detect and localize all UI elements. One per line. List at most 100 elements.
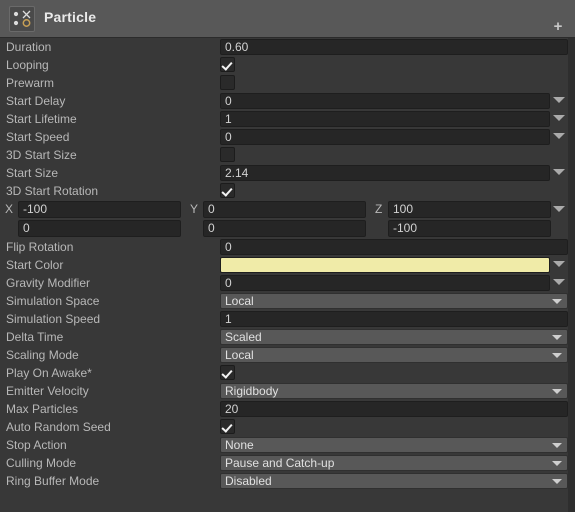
property-row-delta-time: Delta Time Scaled bbox=[0, 328, 575, 346]
property-row-emitter-velocity: Emitter Velocity Rigidbody bbox=[0, 382, 575, 400]
chevron-down-icon bbox=[552, 335, 562, 340]
input-start-speed[interactable]: 0 bbox=[220, 129, 550, 145]
property-row-play-on-awake: Play On Awake* bbox=[0, 364, 575, 382]
dropdown-stop-action[interactable]: None bbox=[220, 437, 568, 453]
property-label: Auto Random Seed bbox=[6, 420, 111, 434]
dropdown-emitter-velocity[interactable]: Rigidbody bbox=[220, 383, 568, 399]
chevron-down-icon[interactable] bbox=[553, 279, 565, 285]
chevron-down-icon[interactable] bbox=[553, 115, 565, 121]
dropdown-culling-mode[interactable]: Pause and Catch-up bbox=[220, 455, 568, 471]
property-row-start-speed: Start Speed 0 bbox=[0, 128, 575, 146]
axis-label-z: Z bbox=[375, 202, 383, 216]
property-row-prewarm: Prewarm bbox=[0, 74, 575, 92]
property-label: Ring Buffer Mode bbox=[6, 474, 100, 488]
axis-label-y: Y bbox=[190, 202, 199, 216]
rotation-vector-row-min: X -100 Y 0 Z 100 bbox=[0, 200, 575, 219]
right-gutter bbox=[568, 38, 575, 512]
input-duration[interactable]: 0.60 bbox=[220, 39, 568, 55]
checkbox-3d-start-rotation[interactable] bbox=[220, 183, 235, 198]
dropdown-value: Scaled bbox=[225, 330, 262, 344]
rotation-x-min-input[interactable]: -100 bbox=[18, 201, 181, 218]
dropdown-simulation-space[interactable]: Local bbox=[220, 293, 568, 309]
property-label: Simulation Speed bbox=[6, 312, 101, 326]
chevron-down-icon bbox=[552, 479, 562, 484]
property-list: Duration 0.60 Looping Prewarm Start Delay 0 St… bbox=[0, 38, 575, 490]
property-row-simulation-speed: Simulation Speed 1 bbox=[0, 310, 575, 328]
checkbox-auto-random-seed[interactable] bbox=[220, 419, 235, 434]
dropdown-scaling-mode[interactable]: Local bbox=[220, 347, 568, 363]
chevron-down-icon[interactable] bbox=[553, 169, 565, 175]
property-row-gravity-modifier: Gravity Modifier 0 bbox=[0, 274, 575, 292]
chevron-down-icon[interactable] bbox=[553, 206, 565, 212]
property-row-start-color: Start Color bbox=[0, 256, 575, 274]
property-label: Start Delay bbox=[6, 94, 66, 108]
input-start-size[interactable]: 2.14 bbox=[220, 165, 550, 181]
dropdown-value: Rigidbody bbox=[225, 384, 279, 398]
dropdown-value: Local bbox=[225, 348, 254, 362]
property-row-start-lifetime: Start Lifetime 1 bbox=[0, 110, 575, 128]
property-label: Looping bbox=[6, 58, 49, 72]
particle-system-icon bbox=[9, 6, 35, 32]
input-start-lifetime[interactable]: 1 bbox=[220, 111, 550, 127]
inspector-header: Particle + bbox=[0, 0, 575, 38]
property-label: Delta Time bbox=[6, 330, 64, 344]
property-row-scaling-mode: Scaling Mode Local bbox=[0, 346, 575, 364]
checkbox-looping[interactable] bbox=[220, 57, 235, 72]
input-start-delay[interactable]: 0 bbox=[220, 93, 550, 109]
property-label: 3D Start Rotation bbox=[6, 184, 99, 198]
property-label: Prewarm bbox=[6, 76, 55, 90]
property-label: Culling Mode bbox=[6, 456, 77, 470]
property-row-auto-random-seed: Auto Random Seed bbox=[0, 418, 575, 436]
rotation-y-max-input[interactable]: 0 bbox=[203, 220, 366, 237]
particle-inspector-window: Particle + Duration 0.60 Looping Prewarm Sta… bbox=[0, 0, 575, 512]
color-swatch-start-color[interactable] bbox=[220, 257, 550, 273]
property-row-looping: Looping bbox=[0, 56, 575, 74]
property-label: Start Speed bbox=[6, 130, 70, 144]
property-label: Stop Action bbox=[6, 438, 67, 452]
rotation-y-min-input[interactable]: 0 bbox=[203, 201, 366, 218]
dropdown-value: Local bbox=[225, 294, 254, 308]
input-gravity-modifier[interactable]: 0 bbox=[220, 275, 550, 291]
chevron-down-icon[interactable] bbox=[553, 97, 565, 103]
property-row-start-size: Start Size 2.14 bbox=[0, 164, 575, 182]
property-label: Play On Awake* bbox=[6, 366, 92, 380]
input-simulation-speed[interactable]: 1 bbox=[220, 311, 568, 327]
property-label: Duration bbox=[6, 40, 52, 54]
property-label: Max Particles bbox=[6, 402, 79, 416]
property-row-3d-start-rotation: 3D Start Rotation bbox=[0, 182, 575, 200]
dropdown-delta-time[interactable]: Scaled bbox=[220, 329, 568, 345]
input-max-particles[interactable]: 20 bbox=[220, 401, 568, 417]
property-row-duration: Duration 0.60 bbox=[0, 38, 575, 56]
property-label: Start Size bbox=[6, 166, 59, 180]
checkbox-prewarm[interactable] bbox=[220, 75, 235, 90]
dropdown-value: None bbox=[225, 438, 254, 452]
property-row-ring-buffer-mode: Ring Buffer Mode Disabled bbox=[0, 472, 575, 490]
dropdown-value: Disabled bbox=[225, 474, 272, 488]
rotation-x-max-input[interactable]: 0 bbox=[18, 220, 181, 237]
property-row-max-particles: Max Particles 20 bbox=[0, 400, 575, 418]
plus-icon[interactable]: + bbox=[551, 19, 565, 34]
chevron-down-icon[interactable] bbox=[553, 133, 565, 139]
property-label: Emitter Velocity bbox=[6, 384, 89, 398]
dropdown-ring-buffer-mode[interactable]: Disabled bbox=[220, 473, 568, 489]
input-flip-rotation[interactable]: 0 bbox=[220, 239, 568, 255]
property-row-simulation-space: Simulation Space Local bbox=[0, 292, 575, 310]
chevron-down-icon[interactable] bbox=[553, 261, 565, 267]
property-label: Gravity Modifier bbox=[6, 276, 91, 290]
property-row-3d-start-size: 3D Start Size bbox=[0, 146, 575, 164]
property-label: Start Color bbox=[6, 258, 64, 272]
checkbox-3d-start-size[interactable] bbox=[220, 147, 235, 162]
property-label: Flip Rotation bbox=[6, 240, 74, 254]
chevron-down-icon bbox=[552, 389, 562, 394]
checkbox-play-on-awake[interactable] bbox=[220, 365, 235, 380]
rotation-vector-row-max: 0 0 -100 bbox=[0, 219, 575, 238]
property-row-flip-rotation: Flip Rotation 0 bbox=[0, 238, 575, 256]
property-row-culling-mode: Culling Mode Pause and Catch-up bbox=[0, 454, 575, 472]
property-row-stop-action: Stop Action None bbox=[0, 436, 575, 454]
rotation-z-min-input[interactable]: 100 bbox=[388, 201, 551, 218]
page-title: Particle bbox=[44, 9, 97, 25]
property-label: Start Lifetime bbox=[6, 112, 77, 126]
particle-system-icon-glyph bbox=[13, 10, 31, 27]
chevron-down-icon bbox=[552, 443, 562, 448]
rotation-z-max-input[interactable]: -100 bbox=[388, 220, 551, 237]
